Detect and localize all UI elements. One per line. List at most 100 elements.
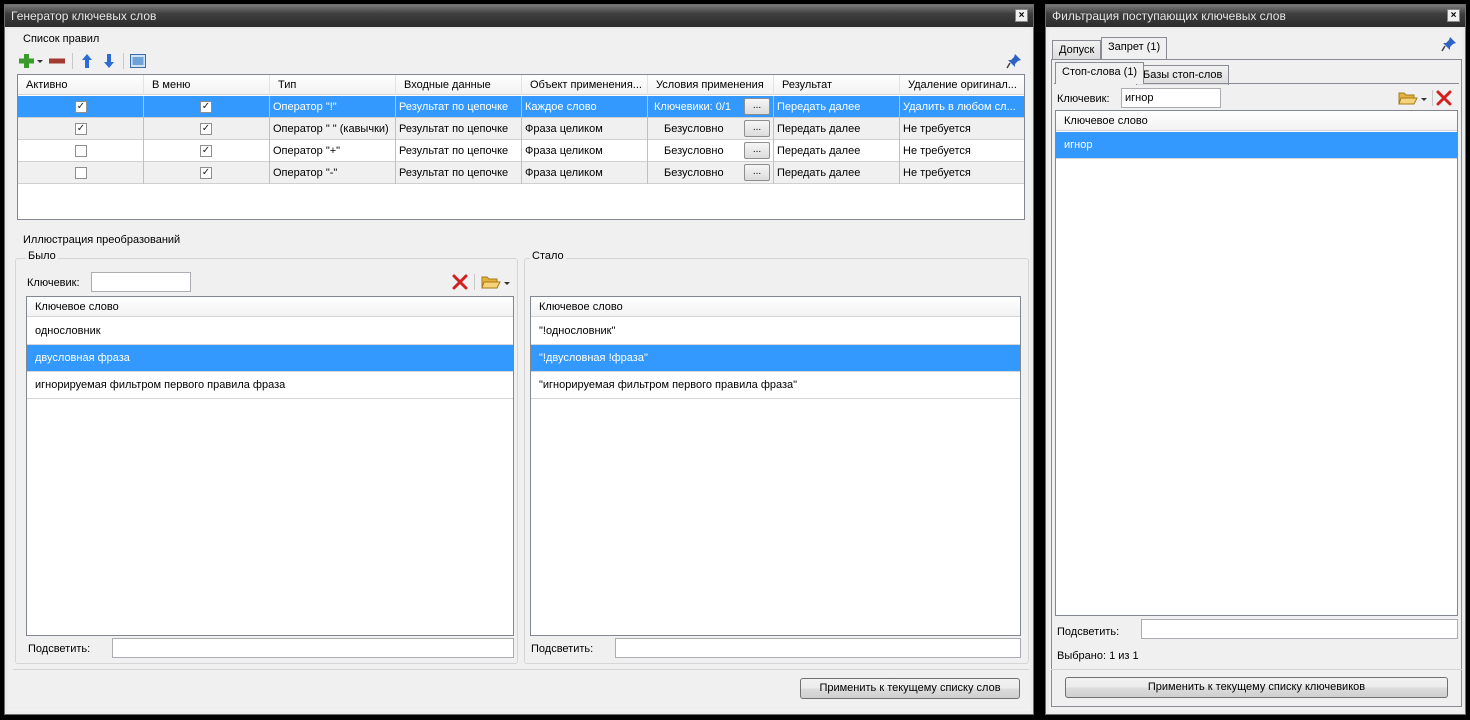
before-keyword-label: Ключевик:: [27, 277, 80, 289]
clear-filter-button[interactable]: [1435, 89, 1453, 107]
clear-before-button[interactable]: [451, 273, 469, 291]
filter-list-header[interactable]: Ключевое слово: [1056, 111, 1457, 131]
close-icon[interactable]: ×: [1015, 9, 1028, 22]
col-active[interactable]: Активно: [18, 75, 144, 95]
condition-edit-button[interactable]: ...: [744, 120, 770, 137]
col-condition[interactable]: Условия применения: [648, 75, 774, 95]
apply-words-button[interactable]: Применить к текущему списку слов: [800, 678, 1020, 699]
keyword-generator-window: Генератор ключевых слов × Список правил: [4, 4, 1034, 715]
list-item[interactable]: "!двусловная !фраза": [531, 345, 1020, 372]
list-item[interactable]: "!однословник": [531, 318, 1020, 345]
condition-edit-button[interactable]: ...: [744, 142, 770, 159]
move-down-button[interactable]: [100, 52, 118, 70]
illustration-group-label: Иллюстрация преобразований: [23, 234, 181, 246]
window-body: Список правил Активно В меню Тип Входные…: [8, 29, 1030, 711]
active-checkbox[interactable]: [75, 167, 87, 179]
cell-delete: Не требуется: [903, 123, 971, 135]
active-checkbox[interactable]: [75, 145, 87, 157]
menu-checkbox[interactable]: [200, 101, 212, 113]
col-type[interactable]: Тип: [270, 75, 396, 95]
active-checkbox[interactable]: [75, 101, 87, 113]
subtab-stopwords[interactable]: Стоп-слова (1): [1055, 62, 1145, 84]
filter-highlight-input[interactable]: [1141, 619, 1458, 639]
cell-condition: Безусловно ...: [648, 140, 774, 162]
list-item[interactable]: игнор: [1056, 132, 1457, 159]
apply-keywords-button[interactable]: Применить к текущему списку ключевиков: [1065, 677, 1448, 698]
rules-grid: Активно В меню Тип Входные данные Объект…: [17, 74, 1025, 220]
cell-input: Результат по цепочке: [396, 96, 522, 118]
active-checkbox[interactable]: [75, 123, 87, 135]
cell-delete: Удалить в любом сл...: [903, 101, 1016, 113]
list-item[interactable]: однословник: [27, 318, 513, 345]
before-keyword-list: Ключевое слово однословник двусловная фр…: [26, 296, 514, 636]
list-item[interactable]: двусловная фраза: [27, 345, 513, 372]
cell-type: Оператор " " (кавычки): [270, 118, 396, 140]
toolbar-separator: [1432, 90, 1433, 106]
cell-object: Фраза целиком: [522, 118, 648, 140]
condition-edit-button[interactable]: ...: [744, 164, 770, 181]
cell-delete: Не требуется: [903, 145, 971, 157]
filter-window: Фильтрация поступающих ключевых слов × Д…: [1045, 4, 1466, 715]
plus-icon: [19, 54, 43, 68]
toolbar-separator: [123, 53, 124, 69]
table-row[interactable]: Оператор "-" Результат по цепочке Фраза …: [18, 162, 1024, 184]
window-title: Генератор ключевых слов: [5, 5, 1033, 27]
cell-object: Каждое слово: [522, 96, 648, 118]
cell-menu: [144, 96, 270, 118]
tab-allow[interactable]: Допуск: [1052, 40, 1102, 60]
cell-result: Передать далее: [774, 140, 900, 162]
col-result[interactable]: Результат: [774, 75, 900, 95]
pin-button[interactable]: [1440, 35, 1458, 53]
window-body: Допуск Запрет (1) Стоп-слова (1) Базы ст…: [1049, 29, 1462, 711]
before-list-header[interactable]: Ключевое слово: [27, 297, 513, 317]
col-object[interactable]: Объект применения...: [522, 75, 648, 95]
tab-deny[interactable]: Запрет (1): [1101, 37, 1168, 59]
toolbar-separator: [474, 274, 475, 290]
rules-grid-header: Активно В меню Тип Входные данные Объект…: [18, 75, 1024, 95]
col-input[interactable]: Входные данные: [396, 75, 522, 95]
before-keyword-input[interactable]: [91, 272, 191, 292]
folder-open-icon: [481, 276, 510, 289]
cell-delete: Не требуется: [903, 167, 971, 179]
col-delete[interactable]: Удаление оригинал...: [900, 75, 1024, 95]
cell-active: [18, 96, 144, 118]
after-list-header[interactable]: Ключевое слово: [531, 297, 1020, 317]
close-icon[interactable]: ×: [1447, 9, 1460, 22]
before-highlight-input[interactable]: [112, 638, 514, 658]
arrow-down-icon: [104, 54, 114, 68]
subtab-stopword-bases[interactable]: Базы стоп-слов: [1136, 65, 1230, 85]
table-row[interactable]: Оператор "!" Результат по цепочке Каждое…: [18, 96, 1024, 118]
list-item[interactable]: "игнорируемая фильтром первого правила ф…: [531, 372, 1020, 399]
condition-edit-button[interactable]: ...: [744, 98, 770, 115]
pin-icon: [1441, 37, 1456, 52]
cell-input: Результат по цепочке: [396, 140, 522, 162]
bottom-divider: [1051, 669, 1462, 670]
table-row[interactable]: Оператор "+" Результат по цепочке Фраза …: [18, 140, 1024, 162]
cell-input: Результат по цепочке: [396, 162, 522, 184]
menu-checkbox[interactable]: [200, 145, 212, 157]
table-row[interactable]: Оператор " " (кавычки) Результат по цепо…: [18, 118, 1024, 140]
menu-checkbox[interactable]: [200, 123, 212, 135]
filter-keyword-label: Ключевик:: [1057, 93, 1110, 105]
condition-text: Ключевики: 0/1: [654, 101, 732, 113]
cell-condition: Ключевики: 0/1 ...: [648, 96, 774, 118]
pin-button[interactable]: [1005, 52, 1023, 70]
cell-condition: Безусловно ...: [648, 162, 774, 184]
remove-rule-button[interactable]: [48, 52, 66, 70]
view-button[interactable]: [129, 52, 147, 70]
before-group-label: Было: [26, 250, 58, 262]
list-item[interactable]: игнорируемая фильтром первого правила фр…: [27, 372, 513, 399]
after-group-label: Стало: [530, 250, 566, 262]
move-up-button[interactable]: [78, 52, 96, 70]
add-rule-button[interactable]: [18, 52, 44, 70]
selected-count: Выбрано: 1 из 1: [1057, 650, 1139, 662]
after-highlight-input[interactable]: [615, 638, 1021, 658]
open-file-button[interactable]: [479, 273, 513, 291]
menu-checkbox[interactable]: [200, 167, 212, 179]
pin-icon: [1006, 54, 1021, 69]
cell-input: Результат по цепочке: [396, 118, 522, 140]
open-file-button[interactable]: [1397, 89, 1429, 107]
col-menu[interactable]: В меню: [144, 75, 270, 95]
after-highlight-label: Подсветить:: [531, 643, 594, 655]
filter-keyword-input[interactable]: игнор: [1121, 88, 1221, 108]
